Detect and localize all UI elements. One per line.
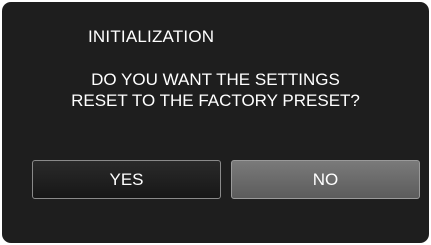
message-line-1: DO YOU WANT THE SETTINGS — [91, 70, 340, 89]
dialog-message: DO YOU WANT THE SETTINGS RESET TO THE FA… — [2, 69, 429, 111]
no-button[interactable]: NO — [231, 160, 420, 199]
message-line-2: RESET TO THE FACTORY PRESET? — [71, 91, 360, 110]
yes-button[interactable]: YES — [32, 160, 221, 199]
dialog-title: INITIALIZATION — [88, 27, 215, 46]
initialization-dialog: INITIALIZATION DO YOU WANT THE SETTINGS … — [2, 2, 429, 243]
